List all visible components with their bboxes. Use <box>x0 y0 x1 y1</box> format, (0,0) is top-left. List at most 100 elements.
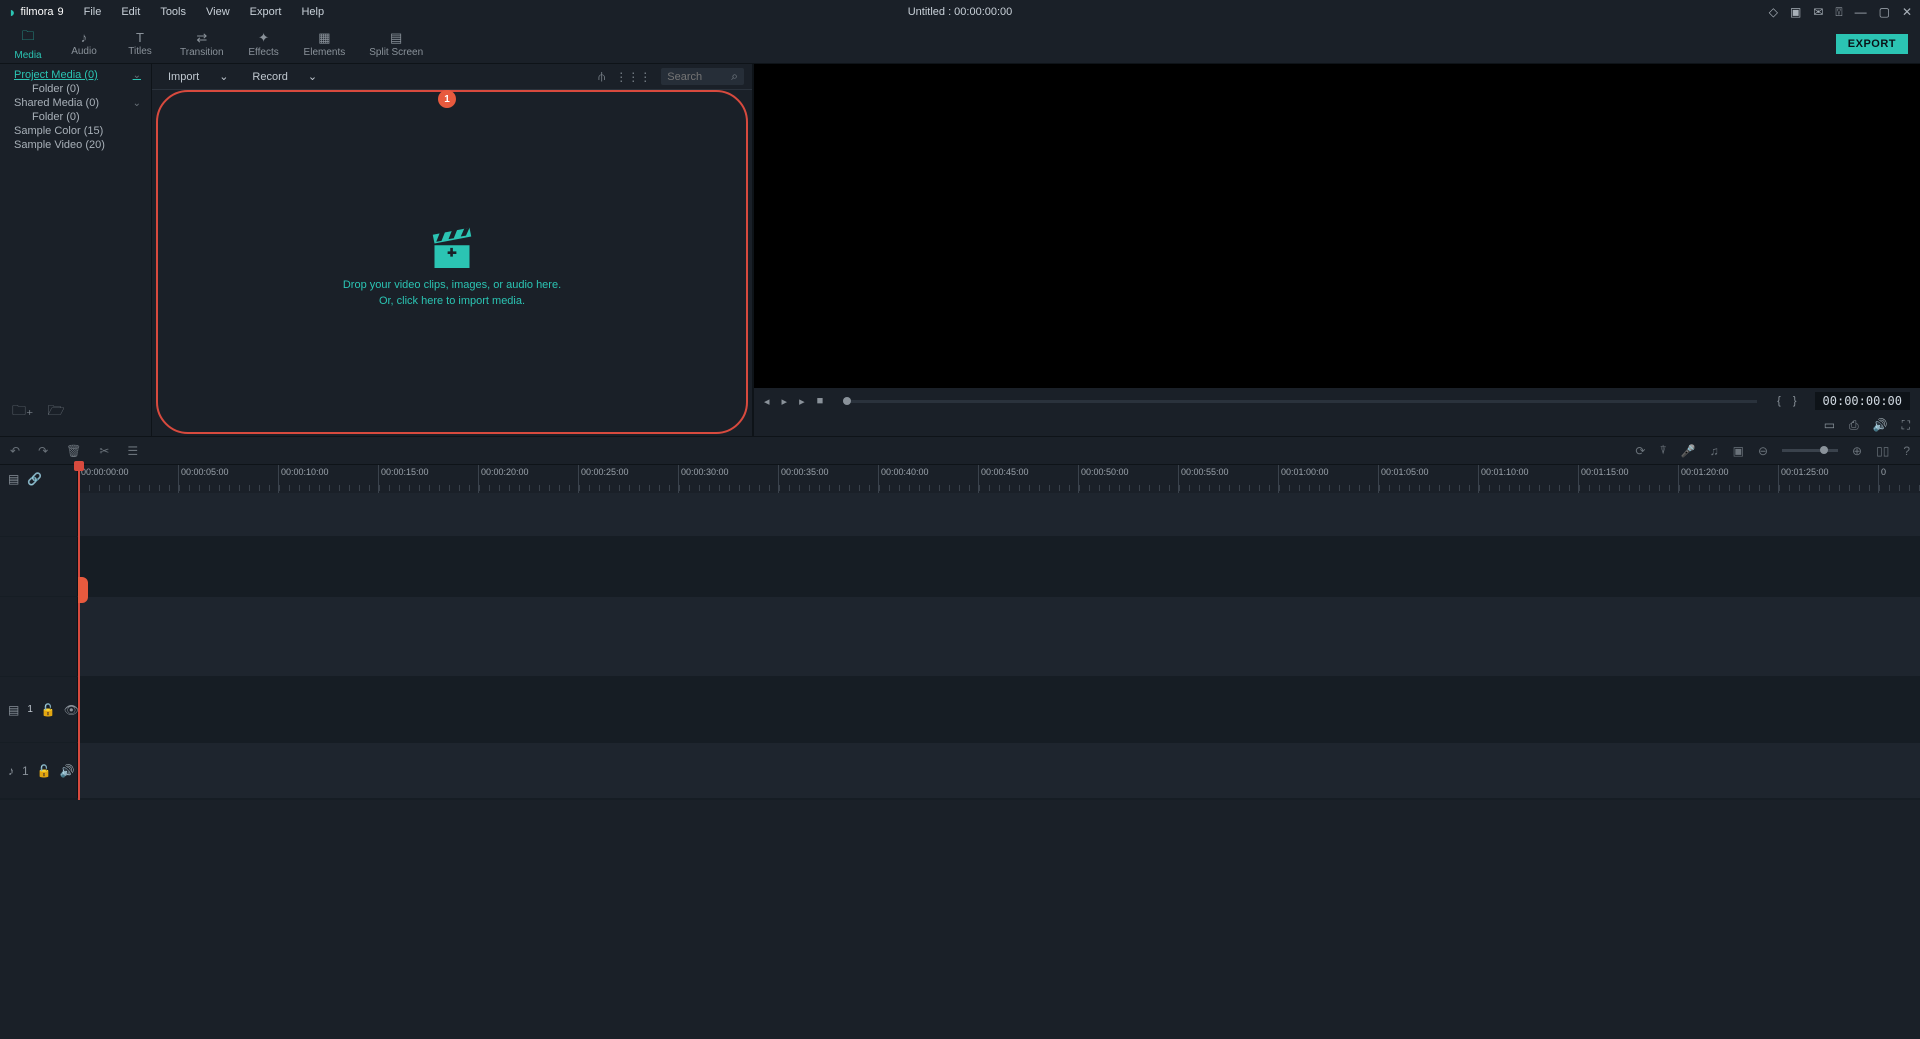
lock-icon[interactable]: 🔓 <box>41 703 56 717</box>
ruler-segment[interactable]: 00:00:20:00 <box>478 465 578 493</box>
ruler-label: 00:00:30:00 <box>681 467 729 477</box>
ruler-segment[interactable]: 00:00:10:00 <box>278 465 378 493</box>
audio-track-head: ♪ 1 🔓 🔊 <box>0 743 78 798</box>
crop-icon[interactable]: ▣ <box>1733 444 1744 458</box>
zoom-in-icon[interactable]: ⊕ <box>1852 444 1862 458</box>
search-icon[interactable]: ⌕ <box>731 69 738 84</box>
open-folder-icon[interactable]: 🗁 <box>47 400 64 424</box>
prev-frame-button[interactable]: ◂ <box>764 395 770 408</box>
marker-icon[interactable]: ⍒ <box>1659 443 1666 458</box>
playhead-grip[interactable] <box>78 577 88 603</box>
split-button[interactable]: ✂ <box>99 444 109 458</box>
lock-icon[interactable]: 🔓 <box>37 764 52 778</box>
volume-icon[interactable]: 🔊 <box>1873 418 1888 432</box>
tab-splitscreen[interactable]: ▤ Split Screen <box>357 26 435 62</box>
ruler-segment[interactable]: 00:00:45:00 <box>978 465 1078 493</box>
library-item-folder[interactable]: Folder (0) <box>0 82 151 96</box>
mail-icon[interactable]: ✉ <box>1813 5 1823 19</box>
minimize-button[interactable]: — <box>1855 5 1867 19</box>
search-input[interactable] <box>667 71 731 83</box>
ruler-segment[interactable]: 00:00:15:00 <box>378 465 478 493</box>
import-dropdown[interactable]: Import ⌄ <box>160 68 236 85</box>
tab-media[interactable]: 🗀 Media <box>0 23 56 65</box>
ruler-segment[interactable]: 00:00:55:00 <box>1178 465 1278 493</box>
ruler-segment[interactable]: 00:00:25:00 <box>578 465 678 493</box>
mute-icon[interactable]: 🔊 <box>60 764 75 778</box>
mic-icon[interactable]: ⍔ <box>1835 5 1842 20</box>
chevron-down-icon[interactable]: ⌄ <box>133 98 141 109</box>
play-button[interactable]: ▸ <box>782 395 788 408</box>
film-icon[interactable]: ▤ <box>8 703 19 717</box>
save-icon[interactable]: ▣ <box>1790 5 1801 19</box>
audio-track[interactable]: ♪ 1 🔓 🔊 <box>0 743 1920 799</box>
media-dropzone[interactable]: Drop your video clips, images, or audio … <box>152 90 752 436</box>
preview-scrubber[interactable] <box>843 400 1757 403</box>
tab-effects[interactable]: ✦ Effects <box>236 26 292 62</box>
ruler-segment[interactable]: 00:01:05:00 <box>1378 465 1478 493</box>
user-icon[interactable]: ◇ <box>1769 5 1778 19</box>
library-item-project-media[interactable]: Project Media (0) ⌄ <box>0 68 151 82</box>
export-button[interactable]: EXPORT <box>1836 34 1908 54</box>
ruler-segment[interactable]: 00:00:00:00 <box>78 465 178 493</box>
video-track[interactable]: ▤ 1 🔓 👁 <box>0 677 1920 743</box>
ruler-segment[interactable]: 00:01:00:00 <box>1278 465 1378 493</box>
library-item-shared-media[interactable]: Shared Media (0) ⌄ <box>0 96 151 110</box>
zoom-out-icon[interactable]: ⊖ <box>1758 444 1768 458</box>
next-frame-button[interactable]: ▸ <box>799 395 805 408</box>
ruler-segment[interactable]: 00:01:25:00 <box>1778 465 1878 493</box>
library-item-folder[interactable]: Folder (0) <box>0 110 151 124</box>
ruler-segment[interactable]: 00:01:20:00 <box>1678 465 1778 493</box>
menu-export[interactable]: Export <box>242 3 290 21</box>
music-icon[interactable]: ♪ <box>8 764 14 778</box>
zoom-slider[interactable] <box>1782 449 1838 452</box>
menu-help[interactable]: Help <box>293 3 332 21</box>
edit-button[interactable]: ☰ <box>127 444 138 458</box>
filter-icon[interactable]: ⫛ <box>598 69 605 84</box>
voiceover-icon[interactable]: 🎤 <box>1681 444 1696 458</box>
ruler-segment[interactable]: 00:00:05:00 <box>178 465 278 493</box>
undo-button[interactable]: ↶ <box>10 444 20 458</box>
library-item-sample-color[interactable]: Sample Color (15) <box>0 124 151 138</box>
tab-titles[interactable]: T Titles <box>112 26 168 61</box>
mark-out-icon[interactable]: } <box>1793 395 1797 407</box>
help-icon[interactable]: ? <box>1903 444 1910 458</box>
timeline-settings-icon[interactable]: ▤ <box>8 472 19 486</box>
ruler-segment[interactable]: 0 <box>1878 465 1920 493</box>
preview-canvas[interactable] <box>754 64 1920 388</box>
stop-button[interactable]: ■ <box>817 395 824 407</box>
grid-view-icon[interactable]: ⋮⋮⋮ <box>615 70 651 84</box>
mixer-icon[interactable]: ♫ <box>1710 444 1719 458</box>
fullscreen-icon[interactable]: ⛶ <box>1902 418 1910 433</box>
menu-edit[interactable]: Edit <box>113 3 148 21</box>
close-button[interactable]: ✕ <box>1902 5 1912 19</box>
ruler-segment[interactable]: 00:00:35:00 <box>778 465 878 493</box>
record-dropdown[interactable]: Record ⌄ <box>244 68 325 85</box>
timeline-ruler[interactable]: 00:00:00:0000:00:05:0000:00:10:0000:00:1… <box>78 465 1920 493</box>
library-item-sample-video[interactable]: Sample Video (20) <box>0 138 151 152</box>
playhead[interactable] <box>78 465 80 800</box>
ruler-segment[interactable]: 00:00:30:00 <box>678 465 778 493</box>
visibility-icon[interactable]: 👁 <box>64 703 79 717</box>
menu-file[interactable]: File <box>76 3 110 21</box>
snapshot-icon[interactable]: ⎙ <box>1849 418 1859 433</box>
delete-button[interactable]: 🗑 <box>66 444 81 458</box>
maximize-button[interactable]: ▢ <box>1879 5 1890 19</box>
ruler-label: 00:00:20:00 <box>481 467 529 477</box>
ruler-segment[interactable]: 00:01:10:00 <box>1478 465 1578 493</box>
ruler-segment[interactable]: 00:00:40:00 <box>878 465 978 493</box>
mark-in-icon[interactable]: { <box>1777 395 1781 407</box>
tab-transition[interactable]: ⇄ Transition <box>168 26 236 62</box>
chevron-down-icon[interactable]: ⌄ <box>133 70 141 81</box>
add-folder-icon[interactable]: 🗀₊ <box>12 400 33 424</box>
ruler-segment[interactable]: 00:00:50:00 <box>1078 465 1178 493</box>
menu-tools[interactable]: Tools <box>152 3 194 21</box>
tab-audio[interactable]: ♪ Audio <box>56 26 112 61</box>
ruler-segment[interactable]: 00:01:15:00 <box>1578 465 1678 493</box>
screen-icon[interactable]: ▭ <box>1824 418 1835 432</box>
link-icon[interactable]: 🔗 <box>27 472 42 486</box>
redo-button[interactable]: ↷ <box>38 444 48 458</box>
menu-view[interactable]: View <box>198 3 238 21</box>
fit-icon[interactable]: ▯▯ <box>1876 444 1889 458</box>
render-icon[interactable]: ⟳ <box>1635 444 1645 458</box>
tab-elements[interactable]: ▦ Elements <box>292 26 358 62</box>
